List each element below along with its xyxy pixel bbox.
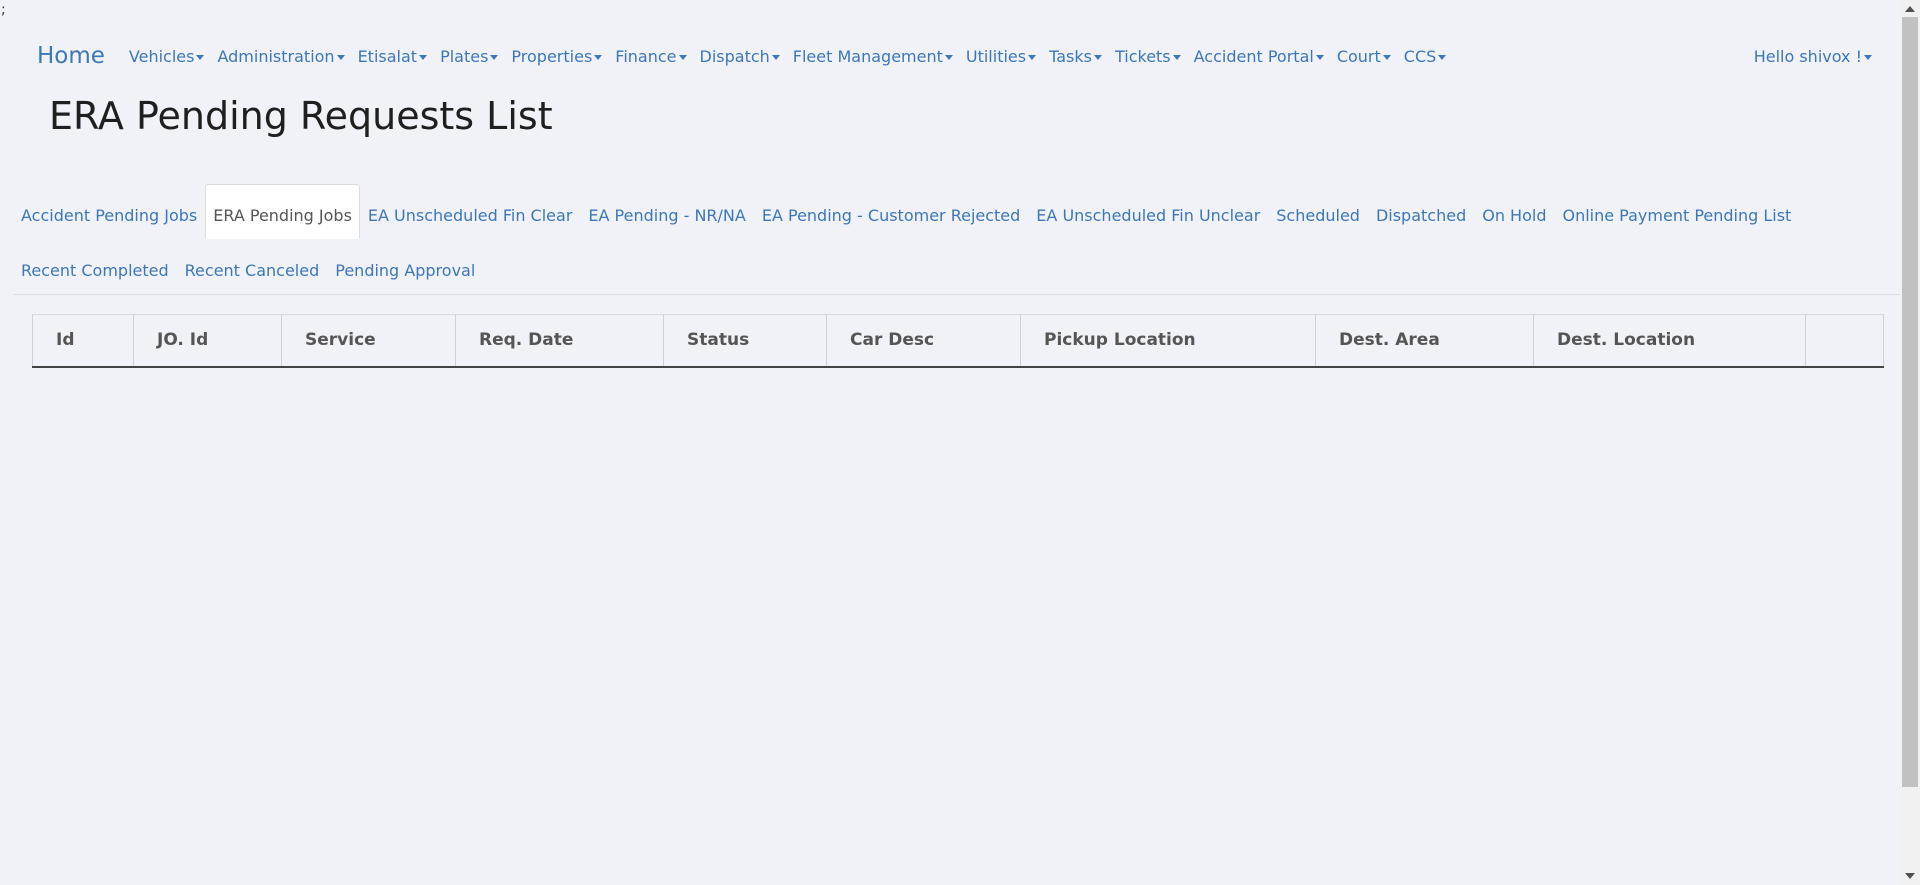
- nav-properties[interactable]: Properties: [511, 46, 603, 66]
- caret-down-icon: [944, 54, 953, 60]
- nav-dispatch[interactable]: Dispatch: [700, 47, 780, 66]
- home-link[interactable]: Home: [37, 43, 105, 69]
- nav-label: Fleet Management: [792, 46, 943, 66]
- tab-era-pending-jobs[interactable]: ERA Pending Jobs: [205, 184, 360, 239]
- caret-down-icon: [419, 54, 428, 60]
- scroll-up-arrow-icon[interactable]: [1905, 6, 1915, 12]
- table-header-row: Id JO. Id Service Req. Date Status Car D…: [32, 314, 1884, 368]
- column-header-car-desc[interactable]: Car Desc: [826, 314, 1021, 368]
- nav-finance[interactable]: Finance: [615, 46, 687, 66]
- column-header-jo-id[interactable]: JO. Id: [133, 314, 282, 368]
- tab-ea-unscheduled-fin-clear[interactable]: EA Unscheduled Fin Clear: [360, 184, 581, 239]
- scroll-thumb[interactable]: [1902, 17, 1918, 787]
- nav-label: Finance: [615, 46, 677, 66]
- caret-down-icon: [1382, 54, 1391, 60]
- caret-down-icon: [1093, 54, 1102, 60]
- column-header-pickup-location[interactable]: Pickup Location: [1020, 314, 1316, 368]
- nav-label: Dispatch: [699, 46, 770, 66]
- caret-down-icon: [1864, 54, 1872, 60]
- nav-label: CCS: [1403, 46, 1437, 66]
- tab-online-payment-pending-list[interactable]: Online Payment Pending List: [1554, 184, 1799, 239]
- caret-down-icon: [336, 54, 345, 60]
- caret-down-icon: [771, 54, 780, 60]
- nav-label: Properties: [511, 46, 593, 66]
- top-navbar: Home Vehicles Administration Etisalat Pl…: [37, 40, 1459, 72]
- nav-fleet-management[interactable]: Fleet Management: [793, 47, 953, 66]
- nav-label: Administration: [217, 46, 335, 66]
- nav-accident-portal[interactable]: Accident Portal: [1194, 47, 1324, 66]
- column-header-req-date[interactable]: Req. Date: [455, 314, 664, 368]
- tab-recent-canceled[interactable]: Recent Canceled: [177, 239, 328, 294]
- nav-tickets[interactable]: Tickets: [1115, 47, 1181, 66]
- requests-table: Id JO. Id Service Req. Date Status Car D…: [32, 314, 1884, 368]
- page-title: ERA Pending Requests List: [49, 94, 553, 138]
- tab-recent-completed[interactable]: Recent Completed: [13, 239, 177, 294]
- column-header-id[interactable]: Id: [32, 314, 134, 368]
- user-greeting: Hello shivox !: [1753, 46, 1862, 66]
- column-header-status[interactable]: Status: [663, 314, 827, 368]
- nav-label: Tasks: [1049, 46, 1092, 66]
- tab-pending-approval[interactable]: Pending Approval: [327, 239, 483, 294]
- nav-administration[interactable]: Administration: [217, 46, 345, 66]
- nav-label: Etisalat: [357, 46, 418, 66]
- tab-ea-unscheduled-fin-unclear[interactable]: EA Unscheduled Fin Unclear: [1028, 184, 1268, 239]
- tab-accident-pending-jobs[interactable]: Accident Pending Jobs: [13, 184, 205, 239]
- nav-label: Vehicles: [128, 46, 195, 66]
- column-header-service[interactable]: Service: [281, 314, 456, 368]
- nav-ccs[interactable]: CCS: [1404, 47, 1447, 66]
- status-tabs: Accident Pending Jobs ERA Pending Jobs E…: [13, 184, 1900, 295]
- tab-ea-pending-nr-na[interactable]: EA Pending - NR/NA: [580, 184, 753, 239]
- tab-dispatched[interactable]: Dispatched: [1368, 184, 1474, 239]
- caret-down-icon: [490, 54, 499, 60]
- caret-down-icon: [196, 54, 205, 60]
- nav-label: Accident Portal: [1193, 46, 1314, 66]
- tab-ea-pending-customer-rejected[interactable]: EA Pending - Customer Rejected: [754, 184, 1028, 239]
- caret-down-icon: [1438, 54, 1447, 60]
- nav-utilities[interactable]: Utilities: [965, 46, 1037, 66]
- scroll-down-arrow-icon[interactable]: [1905, 873, 1915, 879]
- nav-tasks[interactable]: Tasks: [1049, 47, 1102, 66]
- nav-label: Court: [1336, 46, 1381, 66]
- tab-scheduled[interactable]: Scheduled: [1268, 184, 1368, 239]
- nav-menu: Vehicles Administration Etisalat Plates …: [129, 47, 1459, 66]
- page: ; Home Vehicles Administration Etisalat …: [0, 0, 1920, 885]
- nav-etisalat[interactable]: Etisalat: [358, 47, 428, 66]
- nav-label: Tickets: [1114, 46, 1171, 66]
- caret-down-icon: [678, 54, 687, 60]
- nav-label: Utilities: [965, 46, 1027, 66]
- nav-plates[interactable]: Plates: [440, 46, 499, 66]
- caret-down-icon: [1028, 54, 1037, 60]
- nav-label: Plates: [440, 46, 489, 66]
- caret-down-icon: [594, 54, 603, 60]
- column-header-dest-location[interactable]: Dest. Location: [1533, 314, 1806, 368]
- tab-on-hold[interactable]: On Hold: [1474, 184, 1554, 239]
- caret-down-icon: [1172, 54, 1181, 60]
- nav-vehicles[interactable]: Vehicles: [129, 47, 205, 66]
- caret-down-icon: [1315, 54, 1324, 60]
- stray-text: ;: [1, 2, 6, 18]
- column-header-dest-area[interactable]: Dest. Area: [1315, 314, 1534, 368]
- user-menu[interactable]: Hello shivox !: [1754, 40, 1872, 72]
- vertical-scrollbar[interactable]: [1900, 0, 1920, 885]
- nav-court[interactable]: Court: [1337, 47, 1391, 66]
- column-header-actions: [1805, 314, 1884, 368]
